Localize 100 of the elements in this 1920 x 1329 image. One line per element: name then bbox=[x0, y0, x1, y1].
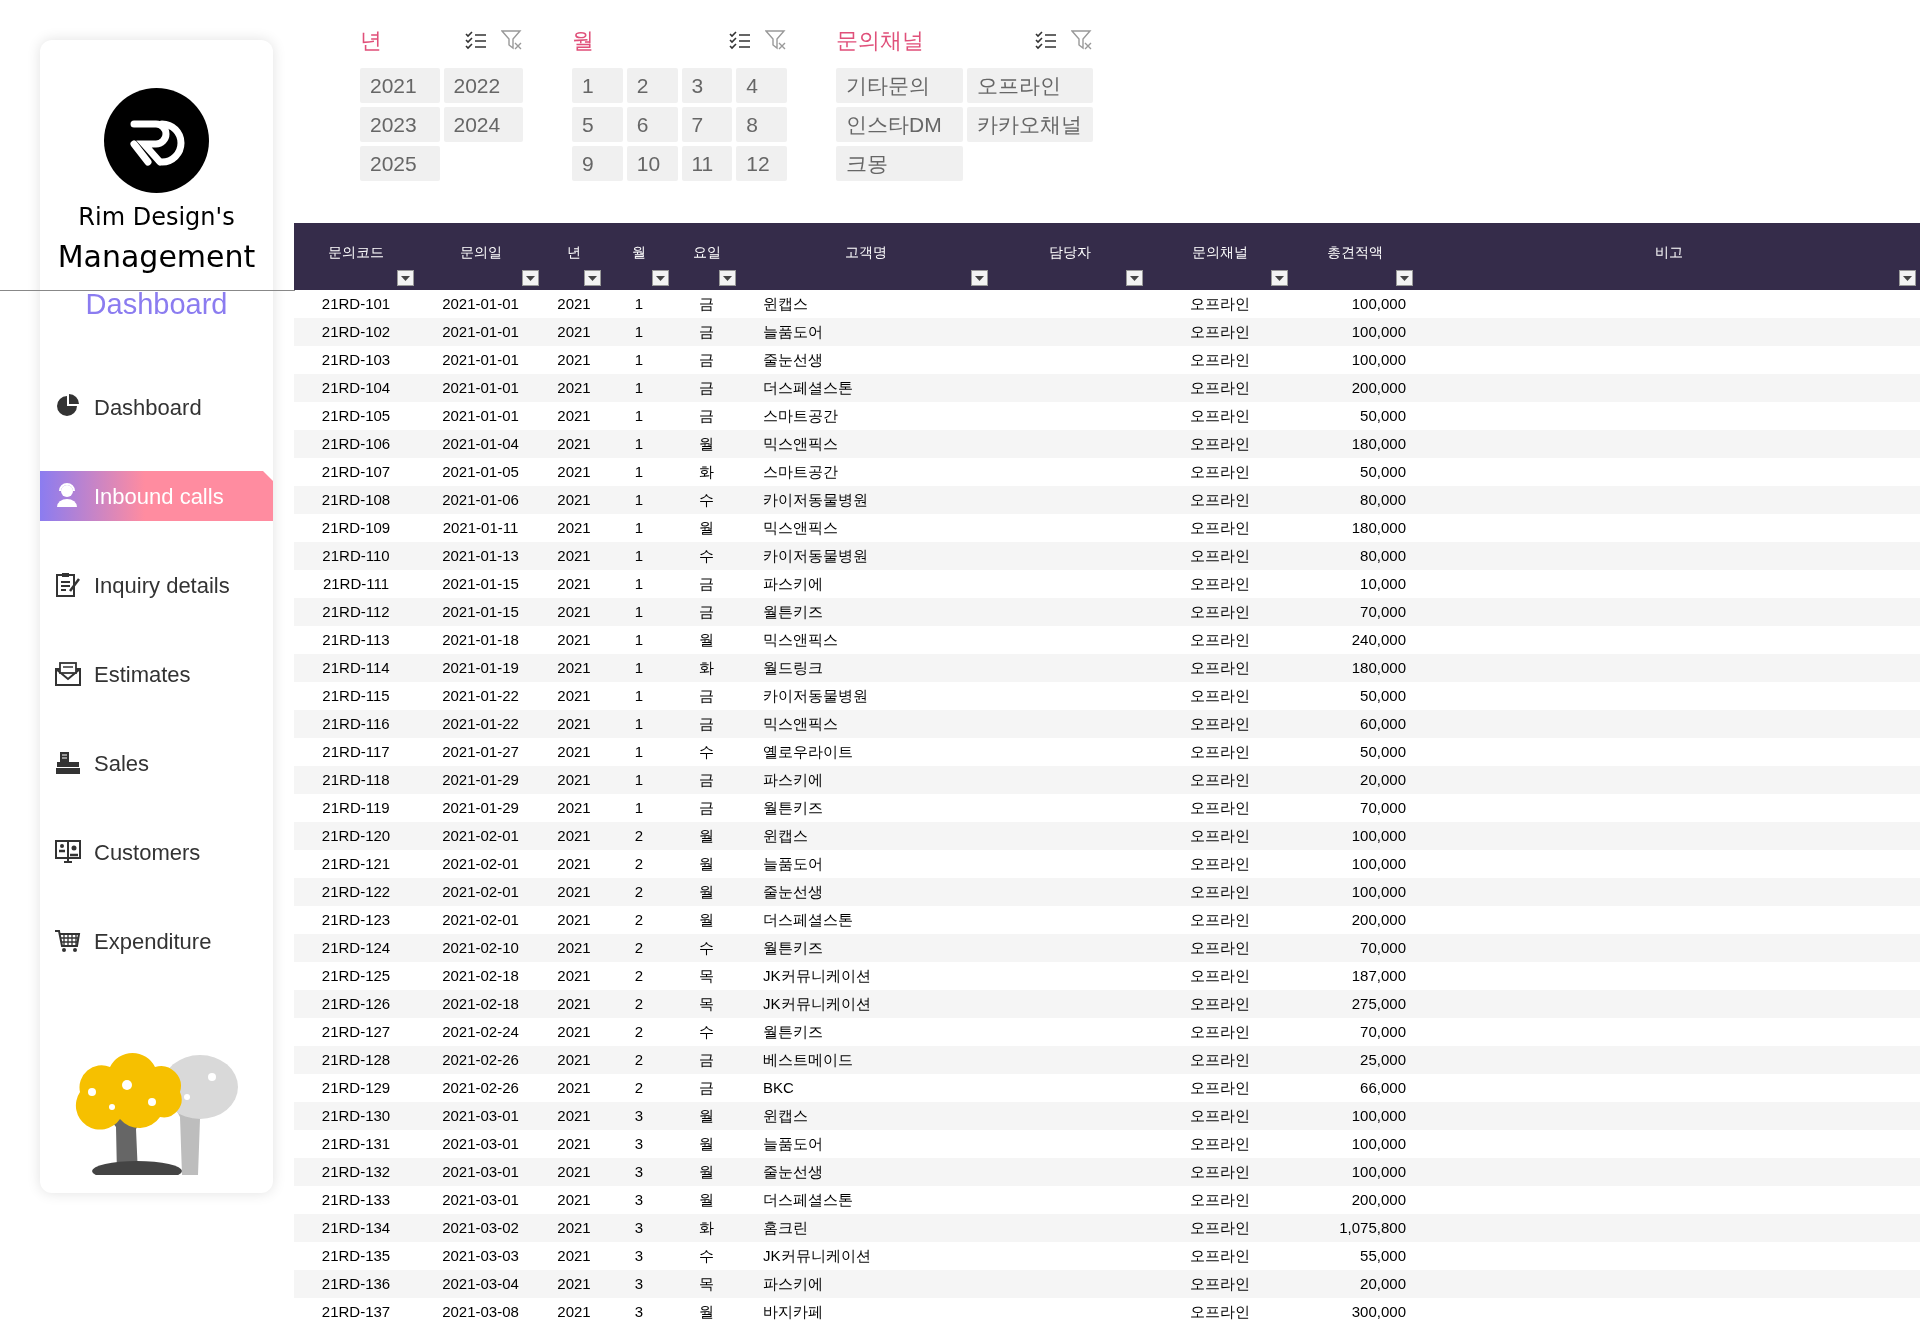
slicer-item[interactable]: 카카오채널 bbox=[966, 107, 1093, 142]
slicer-item[interactable]: 크몽 bbox=[836, 146, 963, 181]
table-cell-text: 2021 bbox=[557, 1301, 591, 1322]
slicer-item[interactable]: 2023 bbox=[360, 107, 440, 142]
slicer-item[interactable]: 2025 bbox=[360, 146, 440, 181]
table-cell-text: 늘품도어 bbox=[763, 1133, 823, 1154]
filter-dropdown-button[interactable] bbox=[1899, 270, 1916, 286]
multi-select-icon[interactable] bbox=[465, 30, 487, 50]
table-cell-text: 금 bbox=[699, 1077, 714, 1098]
table-cell-text: 2021-01-29 bbox=[442, 769, 519, 790]
slicer-item[interactable]: 2021 bbox=[360, 68, 440, 103]
table-cell-text: 2021 bbox=[557, 1021, 591, 1042]
table-cell-text: 3 bbox=[634, 1133, 644, 1154]
table-cell-text: 월 bbox=[699, 909, 714, 930]
table-cell-text: 월 bbox=[699, 1133, 714, 1154]
clear-filter-icon[interactable] bbox=[501, 30, 523, 50]
table-cell-text: 2021 bbox=[557, 629, 591, 650]
filter-dropdown-button[interactable] bbox=[971, 270, 988, 286]
slicer-item[interactable]: 9 bbox=[572, 146, 623, 181]
slicer-item[interactable]: 11 bbox=[681, 146, 733, 181]
table-cell-text: 오프라인 bbox=[1189, 293, 1250, 314]
table-cell-text: 2021 bbox=[557, 489, 591, 510]
table-cell-text: 21RD-123 bbox=[321, 909, 391, 930]
table-cell-text: 오프라인 bbox=[1189, 797, 1250, 818]
table-cell-text: 2021-03-01 bbox=[442, 1133, 519, 1154]
filter-dropdown-button[interactable] bbox=[1396, 270, 1413, 286]
nav-item[interactable]: Estimates bbox=[40, 649, 273, 699]
filter-dropdown-button[interactable] bbox=[719, 270, 736, 286]
table-cell-text: 21RD-101 bbox=[321, 293, 391, 314]
multi-select-icon[interactable] bbox=[729, 30, 751, 50]
table-cell-text: 수 bbox=[699, 937, 714, 958]
table-cell-text: 21RD-105 bbox=[321, 405, 391, 426]
table-cell-text: 2 bbox=[634, 881, 644, 902]
nav-item[interactable]: Dashboard bbox=[40, 382, 273, 432]
table-cell-text: 20,000 bbox=[1360, 1273, 1406, 1294]
table-cell-text: 금 bbox=[699, 1049, 714, 1070]
slicer-item[interactable]: 10 bbox=[626, 146, 678, 181]
slicer-item[interactable]: 2024 bbox=[443, 107, 523, 142]
slicer-item[interactable]: 2022 bbox=[443, 68, 523, 103]
table-cell-text: 카이저동물병원 bbox=[763, 489, 868, 510]
table-cell-text: 2021-01-18 bbox=[442, 629, 519, 650]
column-header: 월 bbox=[632, 243, 646, 262]
table-cell-text: 오프라인 bbox=[1189, 881, 1250, 902]
clear-filter-icon[interactable] bbox=[765, 30, 787, 50]
slicer-item[interactable]: 6 bbox=[626, 107, 678, 142]
table-cell-text: 1 bbox=[634, 489, 644, 510]
table-cell-text: 줄눈선생 bbox=[763, 349, 823, 370]
table-cell-text: 오프라인 bbox=[1189, 405, 1250, 426]
table-cell-text: 오프라인 bbox=[1189, 685, 1250, 706]
slicer-item[interactable]: 오프라인 bbox=[966, 68, 1093, 103]
slicer-item[interactable]: 2 bbox=[626, 68, 678, 103]
nav-item[interactable]: Expenditure bbox=[40, 916, 273, 966]
table-cell-text: 2021 bbox=[557, 797, 591, 818]
brand-heading: Dashboard bbox=[85, 290, 228, 319]
slicer-title: 문의채널 bbox=[836, 26, 925, 55]
filter-dropdown-button[interactable] bbox=[652, 270, 669, 286]
slicer-item[interactable]: 인스타DM bbox=[836, 107, 963, 142]
table-cell-text: 2021 bbox=[557, 825, 591, 846]
table-cell-text: 오프라인 bbox=[1189, 1245, 1250, 1266]
slicer-item[interactable]: 기타문의 bbox=[836, 68, 963, 103]
table-cell-text: 카이저동물병원 bbox=[763, 545, 868, 566]
filter-dropdown-button[interactable] bbox=[522, 270, 539, 286]
slicer-item[interactable]: 12 bbox=[736, 146, 787, 181]
table-cell-text: 70,000 bbox=[1360, 937, 1406, 958]
nav-item[interactable]: Customers bbox=[40, 827, 273, 877]
table-cell-text: 믹스앤픽스 bbox=[763, 629, 838, 650]
table-cell-text: 21RD-133 bbox=[321, 1189, 391, 1210]
slicer-item[interactable]: 7 bbox=[681, 107, 733, 142]
table-cell-text: 목 bbox=[699, 993, 714, 1014]
slicer-item[interactable]: 3 bbox=[681, 68, 733, 103]
table-cell-text: 2021-03-01 bbox=[442, 1105, 519, 1126]
nav-item[interactable]: Inquiry details bbox=[40, 560, 273, 610]
filter-dropdown-button[interactable] bbox=[397, 270, 414, 286]
filter-dropdown-button[interactable] bbox=[1271, 270, 1288, 286]
table-cell-text: 금 bbox=[699, 601, 714, 622]
table-cell-text: 70,000 bbox=[1360, 797, 1406, 818]
table-cell-text: 3 bbox=[634, 1301, 644, 1322]
slicer-item[interactable]: 8 bbox=[736, 107, 787, 142]
filter-dropdown-button[interactable] bbox=[1126, 270, 1143, 286]
nav-item[interactable]: Sales bbox=[40, 738, 273, 788]
clear-filter-icon[interactable] bbox=[1071, 30, 1093, 50]
table-cell-text: 스마트공간 bbox=[763, 461, 838, 482]
table-cell-text: 2021 bbox=[557, 1077, 591, 1098]
table-cell-text: 21RD-129 bbox=[321, 1077, 391, 1098]
table-cell-text: 오프라인 bbox=[1189, 601, 1250, 622]
table-cell-text: 21RD-131 bbox=[321, 1133, 391, 1154]
table-cell-text: 21RD-117 bbox=[322, 741, 390, 762]
table-cell-text: 100,000 bbox=[1351, 825, 1406, 846]
slicer-item[interactable]: 4 bbox=[736, 68, 787, 103]
table-cell-text: 50,000 bbox=[1360, 685, 1406, 706]
table-cell-text: 2021 bbox=[557, 965, 591, 986]
filter-dropdown-button[interactable] bbox=[584, 270, 601, 286]
table-cell-text: 1 bbox=[634, 321, 644, 342]
slicer-item[interactable]: 5 bbox=[572, 107, 623, 142]
table-cell-text: 2021 bbox=[557, 1133, 591, 1154]
table-cell-text: 21RD-115 bbox=[322, 685, 390, 706]
slicer-item[interactable]: 1 bbox=[572, 68, 623, 103]
table-cell-text: 금 bbox=[699, 349, 714, 370]
brand-subtitle: Rim Design's bbox=[78, 205, 235, 229]
multi-select-icon[interactable] bbox=[1035, 30, 1057, 50]
